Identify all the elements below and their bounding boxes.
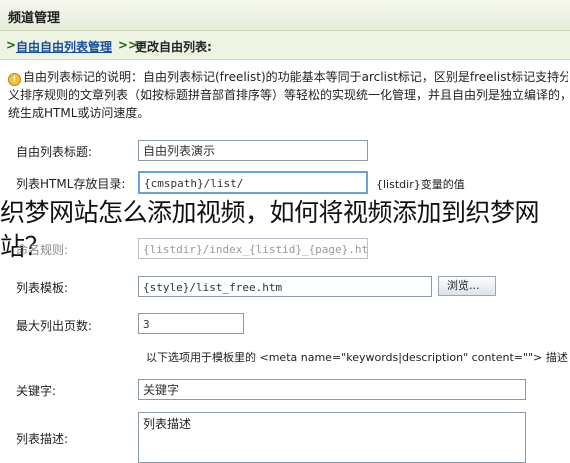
form-row-maxpages: 最大列出页数: 3 [0,310,570,338]
form-row-template: 列表模板: {style}/list_free.htm 浏览... [0,274,570,300]
overlay-caption-line-1: 织梦网站怎么添加视频，如何将视频添加到织梦网 [0,198,540,227]
title-label: 自由列表标题: [16,145,93,159]
info-icon: ! [8,73,21,86]
keywords-label: 关键字: [16,384,57,398]
naming-label: 命名规则: [16,243,69,257]
browse-button[interactable]: 浏览... [438,276,496,296]
title-input[interactable]: 自由列表演示 [138,140,368,161]
naming-input[interactable]: {listdir}/index_{listid}_{page}.html [138,238,368,259]
description-textarea[interactable]: 列表描述 [138,412,526,463]
form-row-keywords: 关键字: 关键字 [0,377,570,403]
meta-hint-row: 以下选项用于模板里的 <meta name="keywords|descript… [0,347,570,365]
form-row-naming: 命名规则: {listdir}/index_{listid}_{page}.ht… [0,238,570,260]
form-row-dir: 列表HTML存放目录: {cmspath}/list/ {listdir}变量的… [0,170,570,196]
form-row-title: 自由列表标题: 自由列表演示 [0,138,570,164]
maxpages-label: 最大列出页数: [16,319,93,333]
template-input[interactable]: {style}/list_free.htm [138,276,432,297]
dir-hint: {listdir}变量的值 [376,178,465,191]
dir-input[interactable]: {cmspath}/list/ [138,171,368,194]
breadcrumb: > 自由自由列表管理 >> 更改自由列表: [0,31,570,60]
dir-label: 列表HTML存放目录: [16,177,126,191]
meta-hint: 以下选项用于模板里的 <meta name="keywords|descript… [146,351,568,364]
description-line-1: 自由列表标记的说明：自由列表标记(freelist)的功能基本等同于arclis… [23,70,568,84]
breadcrumb-prefix: > [6,38,17,52]
description-line-3: 统生成HTML或访问速度。 [8,106,150,120]
description-block: ! 自由列表标记的说明：自由列表标记(freelist)的功能基本等同于arcli… [8,68,568,122]
form-row-description: 列表描述: 列表描述 [0,412,570,463]
description-line-2: 义排序规则的文章列表（如按标题拼音部首排序等）等轻松的实现统一化管理，并且自由列… [8,88,568,102]
breadcrumb-current: 更改自由列表: [135,40,212,54]
maxpages-input[interactable]: 3 [138,313,244,334]
description-label: 列表描述: [16,432,69,446]
keywords-input[interactable]: 关键字 [138,379,526,400]
title-bar: 频道管理 [0,0,570,31]
page-title: 频道管理 [8,11,61,26]
template-label: 列表模板: [16,281,69,295]
breadcrumb-link-freelist[interactable]: 自由自由列表管理 [16,38,112,55]
